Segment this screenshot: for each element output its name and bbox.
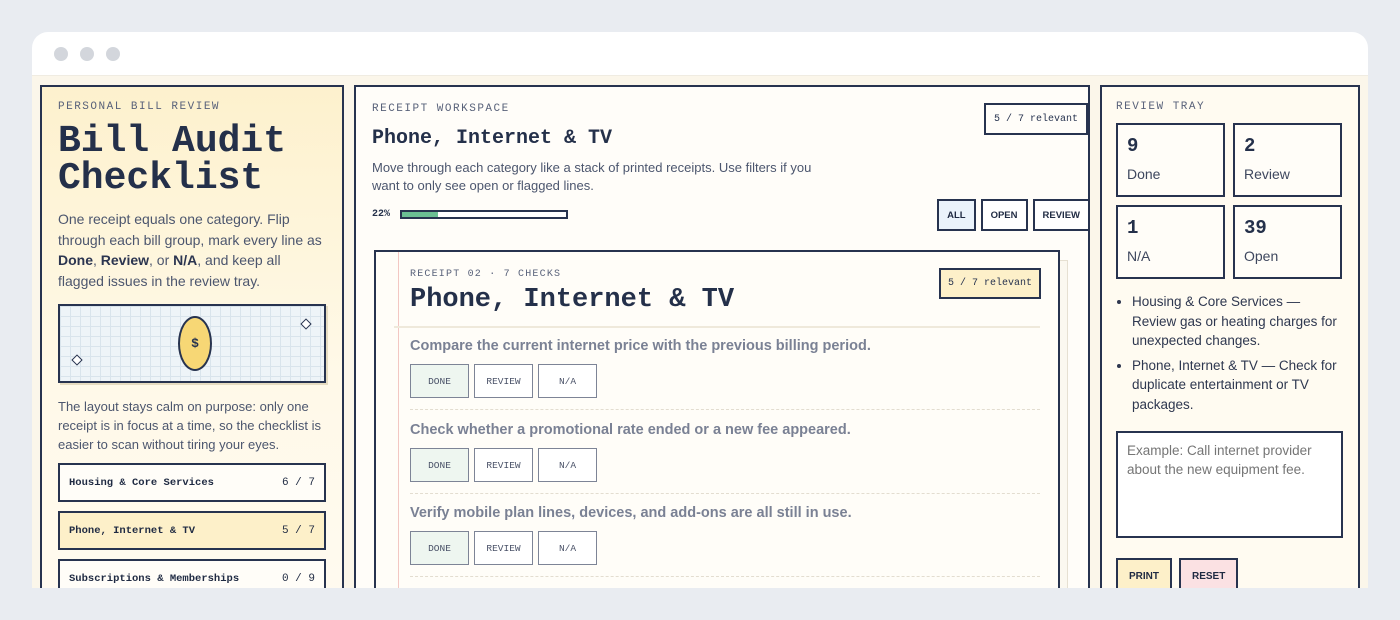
stat-review: 2 Review	[1233, 123, 1342, 197]
check-item-text: Check whether a promotional rate ended o…	[410, 422, 851, 438]
category-count: 0 / 9	[281, 572, 315, 585]
dollar-coin-icon: $	[178, 316, 212, 371]
filter-all-button[interactable]: ALL	[937, 199, 976, 231]
progress-percent: 22%	[372, 209, 391, 220]
review-button[interactable]: REVIEW	[474, 531, 533, 565]
category-housing[interactable]: Housing & Core Services 6 / 7	[58, 463, 326, 502]
intro-sep2: , or	[149, 252, 174, 268]
filter-review-button[interactable]: REVIEW	[1032, 199, 1090, 231]
flagged-issue: Housing & Core Services — Review gas or …	[1132, 292, 1344, 351]
stat-label: Open	[1244, 248, 1279, 264]
check-item-text: Verify mobile plan lines, devices, and a…	[410, 505, 852, 521]
tray-eyebrow: REVIEW TRAY	[1116, 101, 1206, 113]
workspace-title: Phone, Internet & TV	[372, 127, 613, 150]
check-item-actions: DONE REVIEW N/A	[410, 364, 1040, 398]
filter-open-button[interactable]: OPEN	[980, 199, 1028, 231]
check-item: Check whether a promotional rate ended o…	[410, 422, 1040, 494]
progress-bar	[400, 210, 568, 219]
intro-na: N/A	[173, 252, 198, 268]
done-button[interactable]: DONE	[410, 531, 469, 565]
category-subscriptions[interactable]: Subscriptions & Memberships 0 / 9	[58, 559, 326, 588]
category-name: Housing & Core Services	[69, 476, 214, 489]
category-phone-internet-tv[interactable]: Phone, Internet & TV 5 / 7	[58, 511, 326, 550]
category-count: 6 / 7	[281, 476, 315, 489]
receipt-title: Phone, Internet & TV	[410, 285, 735, 315]
stat-label: N/A	[1127, 248, 1151, 264]
done-button[interactable]: DONE	[410, 448, 469, 482]
stat-number: 39	[1244, 217, 1267, 239]
filter-group: ALL OPEN REVIEW	[937, 199, 1090, 231]
check-item-separator	[410, 409, 1040, 410]
stat-na: 1 N/A	[1116, 205, 1225, 279]
window-titlebar	[32, 32, 1368, 76]
intro-eyebrow: PERSONAL BILL REVIEW	[58, 101, 221, 113]
receipt-card: RECEIPT 02 · 7 CHECKS Phone, Internet & …	[374, 250, 1060, 588]
stat-number: 1	[1127, 217, 1139, 239]
tray-actions: PRINT RESET	[1116, 558, 1344, 588]
receipt-divider	[394, 326, 1040, 328]
stat-label: Done	[1127, 166, 1161, 182]
stat-open: 39 Open	[1233, 205, 1342, 279]
check-item-text: Compare the current internet price with …	[410, 338, 871, 354]
workspace-eyebrow: RECEIPT WORKSPACE	[372, 103, 510, 115]
print-button[interactable]: PRINT	[1116, 558, 1172, 588]
receipt-workspace: RECEIPT WORKSPACE Phone, Internet & TV M…	[354, 85, 1090, 588]
app-window: PERSONAL BILL REVIEW Bill Audit Checklis…	[32, 32, 1368, 588]
done-button[interactable]: DONE	[410, 364, 469, 398]
window-minimize-dot[interactable]	[80, 47, 94, 61]
progress-row: 22%	[372, 209, 568, 220]
page-title-line2: Checklist	[58, 157, 264, 200]
check-item-actions: DONE REVIEW N/A	[410, 448, 1040, 482]
flagged-issue: Phone, Internet & TV — Check for duplica…	[1132, 356, 1344, 415]
workspace-description: Move through each category like a stack …	[372, 160, 812, 193]
review-button[interactable]: REVIEW	[474, 448, 533, 482]
receipt-eyebrow: RECEIPT 02 · 7 CHECKS	[410, 269, 562, 280]
page-title-line1: Bill Audit	[58, 120, 287, 163]
category-name: Phone, Internet & TV	[69, 524, 196, 537]
review-tray: REVIEW TRAY 9 Done 2 Review 1 N/A 39 Ope…	[1100, 85, 1360, 588]
intro-panel: PERSONAL BILL REVIEW Bill Audit Checklis…	[40, 85, 344, 588]
window-maximize-dot[interactable]	[106, 47, 120, 61]
check-item-separator	[410, 493, 1040, 494]
check-item-actions: DONE REVIEW N/A	[410, 531, 1040, 565]
workspace-relevant-badge: 5 / 7 relevant	[984, 103, 1088, 135]
layout-note: The layout stays calm on purpose: only o…	[58, 399, 321, 452]
reset-button[interactable]: RESET	[1179, 558, 1239, 588]
notes-textarea[interactable]	[1116, 431, 1343, 538]
check-item-separator	[410, 576, 1040, 577]
intro-review: Review	[100, 252, 150, 268]
na-button[interactable]: N/A	[538, 531, 597, 565]
na-button[interactable]: N/A	[538, 364, 597, 398]
diamond-icon	[300, 318, 312, 330]
intro-done: Done	[58, 252, 93, 268]
intro-sep1: ,	[93, 252, 101, 268]
stats-grid: 9 Done 2 Review 1 N/A 39 Open	[1116, 123, 1344, 279]
coin-illustration: $	[58, 304, 326, 383]
app-body: PERSONAL BILL REVIEW Bill Audit Checklis…	[32, 76, 1368, 588]
stat-number: 9	[1127, 135, 1139, 157]
check-item: Verify mobile plan lines, devices, and a…	[410, 505, 1040, 577]
diamond-icon	[71, 354, 83, 366]
category-name: Subscriptions & Memberships	[69, 572, 240, 585]
receipt-relevant-badge: 5 / 7 relevant	[939, 268, 1041, 299]
window-close-dot[interactable]	[54, 47, 68, 61]
stat-number: 2	[1244, 135, 1256, 157]
stat-done: 9 Done	[1116, 123, 1225, 197]
stat-label: Review	[1244, 166, 1290, 182]
check-item: Compare the current internet price with …	[410, 338, 1040, 410]
page-title: Bill Audit Checklist	[58, 120, 326, 200]
category-count: 5 / 7	[281, 524, 315, 537]
progress-fill	[402, 212, 439, 217]
intro-prefix: One receipt equals one category. Flip th…	[58, 211, 322, 248]
receipt-margin-line	[398, 252, 399, 588]
review-button[interactable]: REVIEW	[474, 364, 533, 398]
flagged-issues-list: Housing & Core Services — Review gas or …	[1116, 292, 1344, 414]
intro-text: One receipt equals one category. Flip th…	[58, 209, 326, 291]
na-button[interactable]: N/A	[538, 448, 597, 482]
